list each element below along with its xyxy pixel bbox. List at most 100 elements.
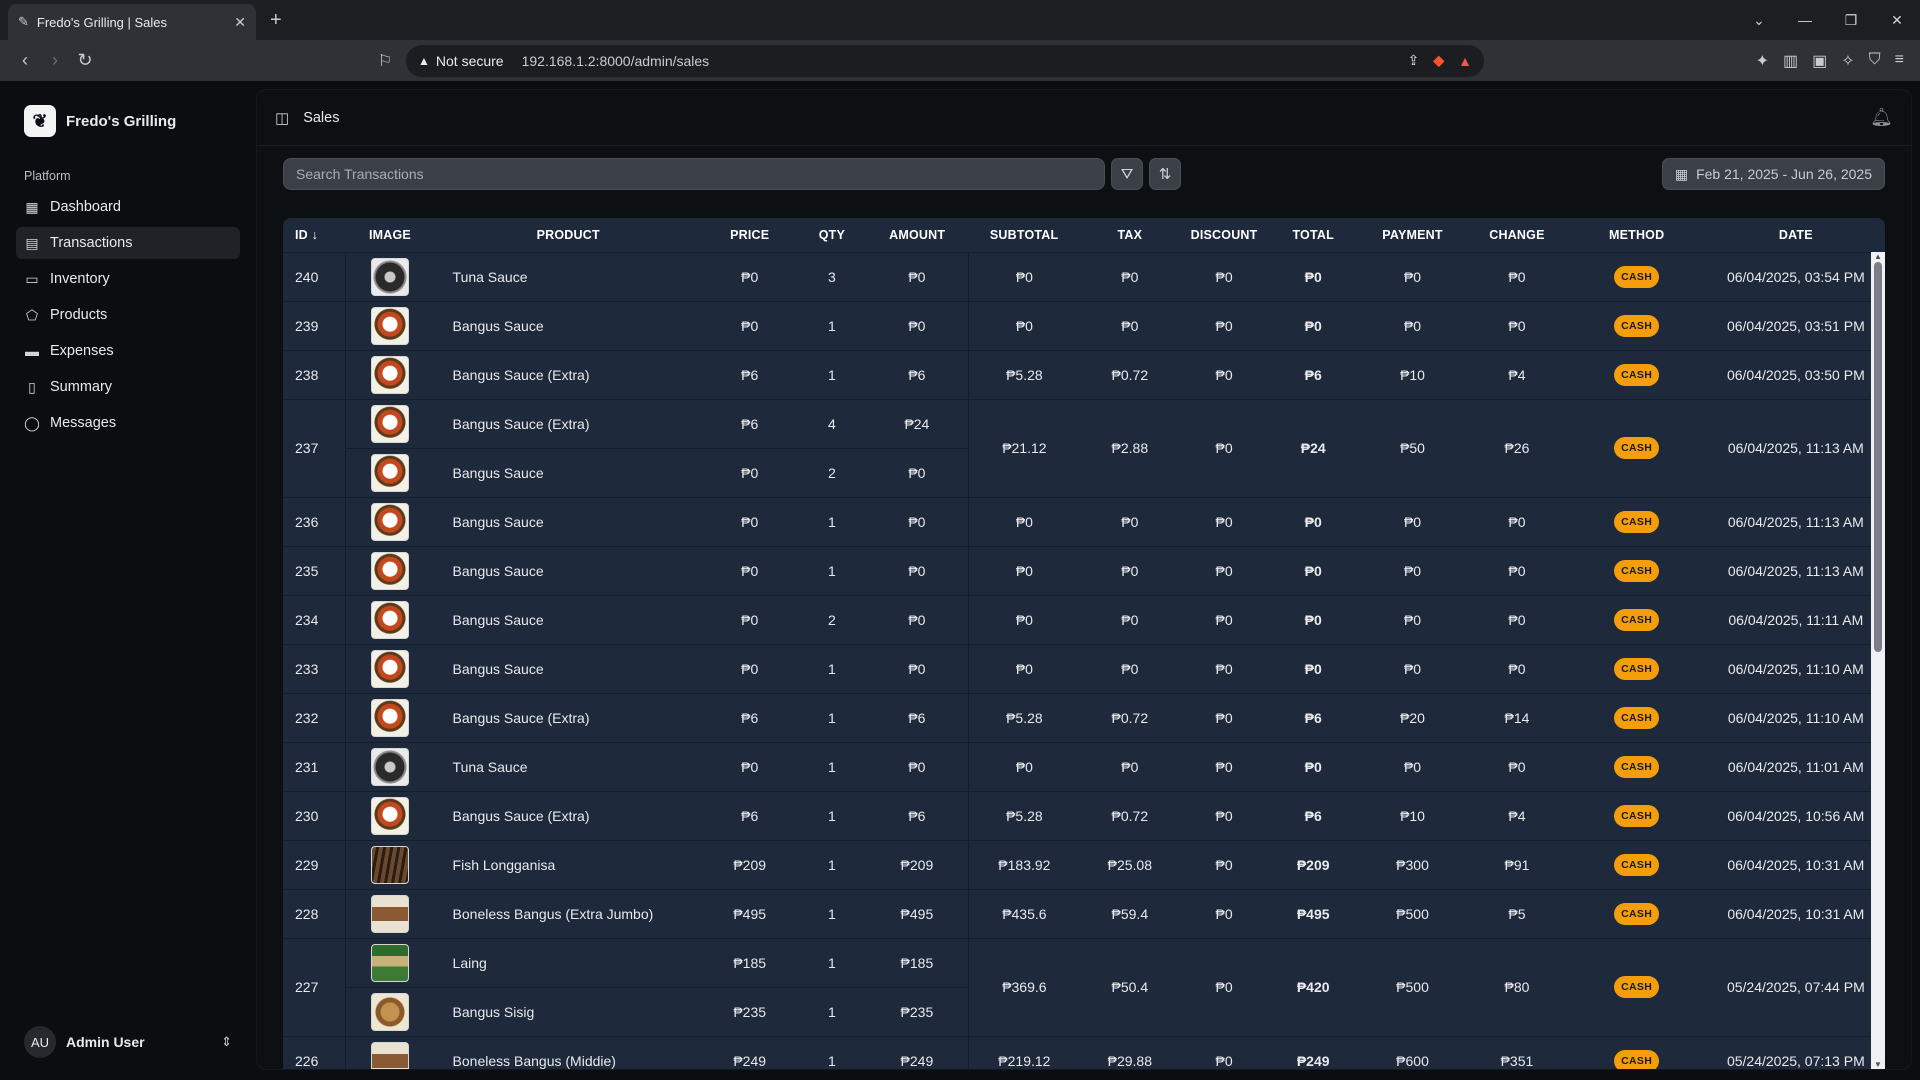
sidebar-item-inventory[interactable]: ▭ Inventory [16,263,240,295]
back-button[interactable]: ‹ [10,50,40,71]
wallet-icon[interactable]: ▣ [1812,51,1827,71]
sidebar-item-products[interactable]: ⬠ Products [16,299,240,331]
bookmark-icon[interactable]: ⚐ [370,51,400,71]
cell-total: ₱0 [1268,741,1358,791]
close-tab-icon[interactable]: ✕ [234,14,246,31]
cell-price: ₱185 [701,937,798,987]
cell-tax: ₱0 [1080,545,1180,595]
scrollbar-thumb[interactable] [1874,262,1882,652]
cell-image [345,839,435,889]
table-row[interactable]: 230 Bangus Sauce (Extra) ₱6 1 ₱6 ₱5.28 ₱0.72 ₱0… [283,790,1885,840]
cell-subtotal: ₱5.28 [968,692,1081,742]
receipt-icon: ▤ [25,234,39,251]
calendar-icon: ▦ [1674,165,1689,182]
cell-product: Bangus Sauce (Extra) [434,349,702,399]
vpn-icon[interactable]: ⛉ [1869,51,1881,71]
forward-button[interactable]: › [40,50,70,71]
cell-change: ₱5 [1467,888,1567,938]
bell-icon[interactable]: 🔔︎ [1870,107,1893,128]
sort-button[interactable]: ⇅ [1149,158,1181,190]
table-row[interactable]: 232 Bangus Sauce (Extra) ₱6 1 ₱6 ₱5.28 ₱0.72 ₱0… [283,692,1885,742]
cell-date: 05/24/2025, 07:44 PM [1706,937,1885,1036]
sidebar-toggle-icon[interactable]: ▥ [1783,51,1798,71]
method-badge: CASH [1614,853,1660,876]
table-row[interactable]: 227 Laing ₱185 1 ₱185 ₱369.6 ₱50.4 ₱0 ₱420 ₱500 ₱8… [283,937,1885,1036]
column-header-image[interactable]: IMAGE [345,218,435,252]
table-row[interactable]: 233 Bangus Sauce ₱0 1 ₱0 ₱0 ₱0 ₱0 ₱0 ₱0 ₱0 CASH 06/0… [283,643,1885,693]
cell-discount: ₱0 [1179,741,1269,791]
tab-list-icon[interactable]: ⌄ [1736,12,1782,29]
reload-button[interactable]: ↻ [70,50,100,71]
url-text[interactable]: 192.168.1.2:8000/admin/sales [522,53,1408,69]
column-header-change[interactable]: CHANGE [1467,218,1567,252]
table-row[interactable]: 234 Bangus Sauce ₱0 2 ₱0 ₱0 ₱0 ₱0 ₱0 ₱0 ₱0 CASH 06/0… [283,594,1885,644]
filter-button[interactable]: ⛛ [1111,158,1143,190]
cell-payment: ₱0 [1357,496,1468,546]
table-row[interactable]: 239 Bangus Sauce ₱0 1 ₱0 ₱0 ₱0 ₱0 ₱0 ₱0 ₱0 CASH 06/0… [283,300,1885,350]
brand[interactable]: ❦ Fredo's Grilling [16,99,240,143]
scroll-down-icon[interactable]: ▼ [1871,1060,1885,1069]
cell-subtotal: ₱219.12 [968,1035,1081,1069]
cell-payment: ₱500 [1357,888,1468,938]
cell-total: ₱6 [1268,349,1358,399]
cell-payment: ₱50 [1357,398,1468,497]
cell-total: ₱6 [1268,692,1358,742]
table-scrollbar[interactable]: ▲ ▼ [1871,252,1885,1069]
date-range-picker[interactable]: ▦ Feb 21, 2025 - Jun 26, 2025 [1661,158,1885,190]
cell-amount: ₱235 [866,986,969,1036]
column-header-product[interactable]: PRODUCT [434,218,702,252]
sidebar-item-summary[interactable]: ▯ Summary [16,371,240,403]
table-row[interactable]: 236 Bangus Sauce ₱0 1 ₱0 ₱0 ₱0 ₱0 ₱0 ₱0 ₱0 CASH 06/0… [283,496,1885,546]
cell-product: Bangus Sauce [434,447,702,497]
column-header-price[interactable]: PRICE [701,218,798,252]
brave-rewards-icon[interactable]: ▲ [1458,53,1472,69]
column-header-discount[interactable]: DISCOUNT [1179,218,1269,252]
table-row[interactable]: 237 Bangus Sauce (Extra) ₱6 4 ₱24 ₱21.12 ₱2.88… [283,398,1885,497]
new-tab-button[interactable]: + [270,9,282,32]
column-header-method[interactable]: METHOD [1566,218,1707,252]
scroll-up-icon[interactable]: ▲ [1871,252,1885,261]
table-row[interactable]: 238 Bangus Sauce (Extra) ₱6 1 ₱6 ₱5.28 ₱0.72 ₱0… [283,349,1885,399]
not-secure-label[interactable]: Not secure [436,53,504,69]
column-header-qty[interactable]: QTY [797,218,867,252]
cell-tax: ₱0 [1080,741,1180,791]
column-header-subtotal[interactable]: SUBTOTAL [968,218,1081,252]
close-window-button[interactable]: ✕ [1874,12,1920,29]
column-header-total[interactable]: TOTAL [1268,218,1358,252]
cell-amount: ₱6 [866,692,969,742]
column-header-id[interactable]: ID ↓ [283,218,346,252]
table-row[interactable]: 226 Boneless Bangus (Middie) ₱249 1 ₱249 ₱219… [283,1035,1885,1069]
cell-total: ₱0 [1268,545,1358,595]
sidebar-item-transactions[interactable]: ▤ Transactions [16,227,240,259]
user-menu[interactable]: AU Admin User ⇕ [16,1022,240,1062]
column-header-amount[interactable]: AMOUNT [866,218,969,252]
minimize-button[interactable]: — [1782,12,1828,28]
column-header-tax[interactable]: TAX [1080,218,1180,252]
browser-tab[interactable]: ✎ Fredo's Grilling | Sales ✕ [8,4,256,40]
table-row[interactable]: 228 Boneless Bangus (Extra Jumbo) ₱495 1 ₱49… [283,888,1885,938]
cell-method: CASH [1566,692,1707,742]
column-header-date[interactable]: DATE [1706,218,1885,252]
sidebar-item-messages[interactable]: ◯ Messages [16,407,240,439]
cell-price: ₱0 [701,741,798,791]
share-icon[interactable]: ⇪ [1408,52,1420,69]
menu-icon[interactable]: ≡ [1895,51,1904,71]
sidebar-item-expenses[interactable]: ▬ Expenses [16,335,240,367]
table-row[interactable]: 240 Tuna Sauce ₱0 3 ₱0 ₱0 ₱0 ₱0 ₱0 ₱0 ₱0 CASH 06/04/… [283,251,1885,301]
leo-ai-icon[interactable]: ✧ [1841,51,1854,71]
brave-shields-icon[interactable]: ◆ [1433,52,1444,69]
column-header-payment[interactable]: PAYMENT [1357,218,1468,252]
extensions-icon[interactable]: ✦ [1756,51,1769,71]
table-row[interactable]: 235 Bangus Sauce ₱0 1 ₱0 ₱0 ₱0 ₱0 ₱0 ₱0 ₱0 CASH 06/0… [283,545,1885,595]
table-row[interactable]: 229 Fish Longganisa ₱209 1 ₱209 ₱183.92 ₱25.08… [283,839,1885,889]
leaf-logo-icon: ❦ [24,105,56,137]
restore-button[interactable]: ❐ [1828,12,1874,29]
cell-date: 06/04/2025, 10:31 AM [1706,839,1885,889]
cell-subtotal: ₱0 [968,741,1081,791]
search-input[interactable]: Search Transactions [283,158,1105,190]
url-omnibox[interactable]: ▲ Not secure 192.168.1.2:8000/admin/sale… [406,44,1484,77]
cell-method: CASH [1566,741,1707,791]
sidebar-item-dashboard[interactable]: ▦ Dashboard [16,191,240,223]
table-row[interactable]: 231 Tuna Sauce ₱0 1 ₱0 ₱0 ₱0 ₱0 ₱0 ₱0 ₱0 CASH 06/04/… [283,741,1885,791]
sidebar-toggle-icon[interactable]: ◫ [275,109,289,127]
